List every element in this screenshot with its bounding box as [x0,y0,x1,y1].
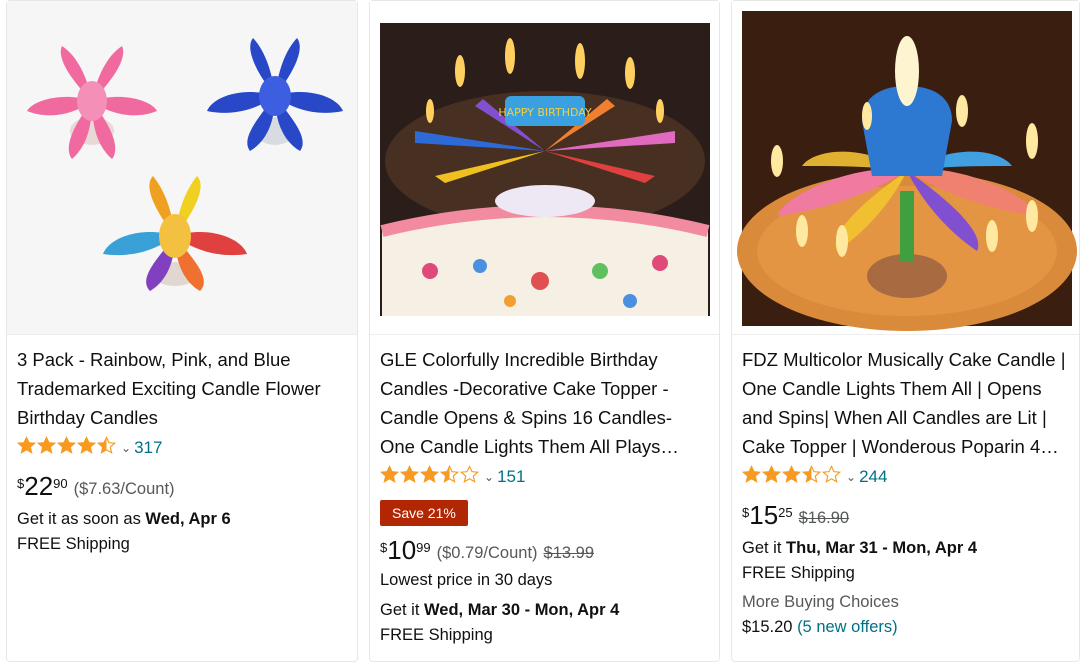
shipping-info: FREE Shipping [17,535,130,553]
list-price: $13.99 [543,544,594,562]
review-count[interactable]: 151 [497,467,525,487]
price[interactable]: $ 10 99 ($0.79/Count) $13.99 [380,537,594,563]
star-icon [379,465,400,489]
product-title[interactable]: FDZ Multicolor Musically Cake Candle | O… [742,345,1069,461]
delivery-sep: - [520,601,535,619]
delivery-prefix: Get it [380,601,420,619]
delivery-date-start: Thu, Mar 31 [786,539,878,557]
unit-price: ($7.63/Count) [73,480,175,498]
unit-price: ($0.79/Count) [436,544,538,562]
product-card[interactable]: FDZ Multicolor Musically Cake Candle | O… [731,0,1080,662]
rating[interactable]: ⌄ 151 [379,465,525,489]
star-icon [741,465,762,489]
price-fraction: 90 [53,476,68,491]
delivery-sep: - [877,539,893,557]
price-fraction: 99 [416,540,431,555]
more-price: $15.20 [742,618,793,636]
star-icon [36,436,57,460]
save-badge: Save 21% [380,500,468,526]
star-rating [379,465,480,489]
chevron-down-icon[interactable]: ⌄ [846,470,856,484]
review-count[interactable]: 317 [134,438,162,458]
product-image[interactable] [732,1,1079,335]
price-note: Lowest price in 30 days [380,571,553,589]
more-offers[interactable]: $15.20 (5 new offers) [742,618,898,637]
shipping-info: FREE Shipping [742,564,855,582]
star-icon [821,465,842,489]
delivery-prefix: Get it [742,539,782,557]
star-rating [741,465,842,489]
product-image[interactable] [7,1,357,335]
review-count[interactable]: 244 [859,467,887,487]
price-currency: $ [17,476,25,491]
price[interactable]: $ 15 25 $16.90 [742,502,849,528]
delivery-date: Wed, Apr 6 [145,510,231,528]
delivery-prefix: Get it as soon as [17,510,141,528]
chevron-down-icon[interactable]: ⌄ [484,470,494,484]
star-icon [761,465,782,489]
star-icon [781,465,802,489]
product-image[interactable]: HAPPY BIRTHDAY [370,1,719,335]
delivery-info: Get it as soon as Wed, Apr 6 [17,510,231,529]
rating[interactable]: ⌄ 317 [16,436,162,460]
shipping-info: FREE Shipping [380,626,493,644]
star-icon [459,465,480,489]
delivery-info: Get it Thu, Mar 31 - Mon, Apr 4 [742,539,977,558]
svg-text:HAPPY BIRTHDAY: HAPPY BIRTHDAY [498,106,592,119]
delivery-date-end: Mon, Apr 4 [892,539,978,557]
star-icon [76,436,97,460]
star-icon [439,465,460,489]
product-card[interactable]: 3 Pack - Rainbow, Pink, and Blue Tradema… [6,0,358,662]
star-rating [16,436,117,460]
star-icon [801,465,822,489]
star-icon [96,436,117,460]
star-icon [16,436,37,460]
star-icon [419,465,440,489]
price-currency: $ [742,505,750,520]
delivery-date-end: Mon, Apr 4 [534,601,620,619]
price-whole: 10 [387,535,417,565]
price-currency: $ [380,540,388,555]
list-price: $16.90 [798,509,850,527]
chevron-down-icon[interactable]: ⌄ [121,441,131,455]
delivery-info: Get it Wed, Mar 30 - Mon, Apr 4 [380,601,619,620]
price-whole: 22 [24,471,54,501]
price[interactable]: $ 22 90 ($7.63/Count) [17,473,175,499]
product-title[interactable]: 3 Pack - Rainbow, Pink, and Blue Tradema… [17,345,347,432]
star-icon [399,465,420,489]
price-fraction: 25 [778,505,793,520]
rating[interactable]: ⌄ 244 [741,465,887,489]
more-buying-choices: More Buying Choices [742,593,899,611]
product-card[interactable]: HAPPY BIRTHDAY GLE Colorfully Incredible… [369,0,720,662]
star-icon [56,436,77,460]
price-whole: 15 [749,500,779,530]
delivery-date-start: Wed, Mar 30 [424,601,521,619]
product-title[interactable]: GLE Colorfully Incredible Birthday Candl… [380,345,709,461]
new-offers-link[interactable]: (5 new offers) [797,618,898,636]
